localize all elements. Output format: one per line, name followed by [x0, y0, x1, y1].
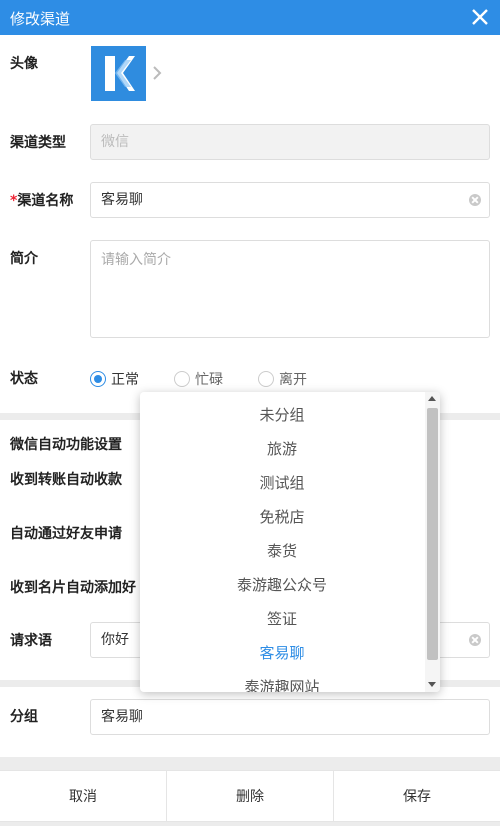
dropdown-list: 未分组 旅游 测试组 免税店 泰货 泰游趣公众号 签证 客易聊 泰游趣网站 — [140, 398, 424, 692]
chevron-right-icon[interactable] — [150, 63, 164, 83]
dropdown-option[interactable]: 泰货 — [140, 534, 424, 568]
scroll-up-icon[interactable] — [428, 396, 436, 401]
radio-label: 离开 — [279, 372, 307, 388]
auto-accept-friend-label: 自动通过好友申请 — [10, 526, 122, 542]
radio-label: 忙碌 — [195, 372, 223, 388]
clear-icon[interactable] — [469, 634, 481, 646]
status-label: 状态 — [10, 371, 38, 387]
channel-name-label-text: 渠道名称 — [17, 193, 74, 209]
cancel-button[interactable]: 取消 — [0, 771, 167, 821]
avatar-label: 头像 — [10, 56, 38, 72]
dropdown-option[interactable]: 免税店 — [140, 500, 424, 534]
wechat-auto-section-title: 微信自动功能设置 — [10, 437, 122, 453]
radio-circle — [258, 371, 274, 387]
bottom-strip — [0, 822, 500, 826]
dialog-title: 修改渠道 — [10, 10, 71, 28]
dropdown-option[interactable]: 泰游趣公众号 — [140, 568, 424, 602]
close-icon[interactable] — [470, 7, 490, 27]
scroll-down-icon[interactable] — [428, 682, 436, 687]
dropdown-option[interactable]: 泰游趣网站 — [140, 670, 424, 692]
group-value: 客易聊 — [101, 709, 143, 725]
dropdown-scrollbar[interactable] — [425, 392, 440, 692]
group-label: 分组 — [10, 709, 38, 725]
footer-actions: 取消 删除 保存 — [0, 770, 500, 822]
channel-type-field: 微信 — [90, 124, 490, 160]
dropdown-option[interactable]: 签证 — [140, 602, 424, 636]
dialog-titlebar: 修改渠道 — [0, 0, 500, 35]
channel-logo-icon — [91, 46, 146, 101]
dropdown-option[interactable]: 旅游 — [140, 432, 424, 466]
intro-textarea[interactable]: 请输入简介 — [90, 240, 490, 338]
auto-add-card-label: 收到名片自动添加好 — [10, 580, 136, 596]
section-divider — [0, 757, 500, 770]
delete-button[interactable]: 删除 — [167, 771, 334, 821]
radio-circle — [174, 371, 190, 387]
dropdown-option[interactable]: 测试组 — [140, 466, 424, 500]
intro-label: 简介 — [10, 251, 38, 267]
auto-receive-transfer-label: 收到转账自动收款 — [10, 472, 122, 488]
group-select[interactable]: 客易聊 — [90, 699, 490, 735]
radio-circle — [90, 371, 106, 387]
status-radio-normal[interactable]: 正常 — [90, 370, 139, 388]
save-button[interactable]: 保存 — [334, 771, 500, 821]
scrollbar-thumb[interactable] — [427, 408, 438, 660]
avatar[interactable] — [91, 46, 146, 101]
channel-name-value: 客易聊 — [101, 192, 143, 208]
dropdown-option-selected[interactable]: 客易聊 — [140, 636, 424, 670]
greeting-value: 你好 — [101, 632, 129, 648]
status-radio-away[interactable]: 离开 — [258, 370, 307, 388]
channel-name-input[interactable]: 客易聊 — [90, 182, 490, 218]
group-dropdown[interactable]: 未分组 旅游 测试组 免税店 泰货 泰游趣公众号 签证 客易聊 泰游趣网站 — [140, 392, 440, 692]
clear-icon[interactable] — [469, 194, 481, 206]
channel-name-label: *渠道名称 — [10, 190, 73, 210]
status-radio-busy[interactable]: 忙碌 — [174, 370, 223, 388]
radio-label: 正常 — [111, 372, 139, 388]
greeting-label: 请求语 — [10, 633, 52, 649]
dropdown-option[interactable]: 未分组 — [140, 398, 424, 432]
channel-type-label: 渠道类型 — [10, 135, 66, 151]
